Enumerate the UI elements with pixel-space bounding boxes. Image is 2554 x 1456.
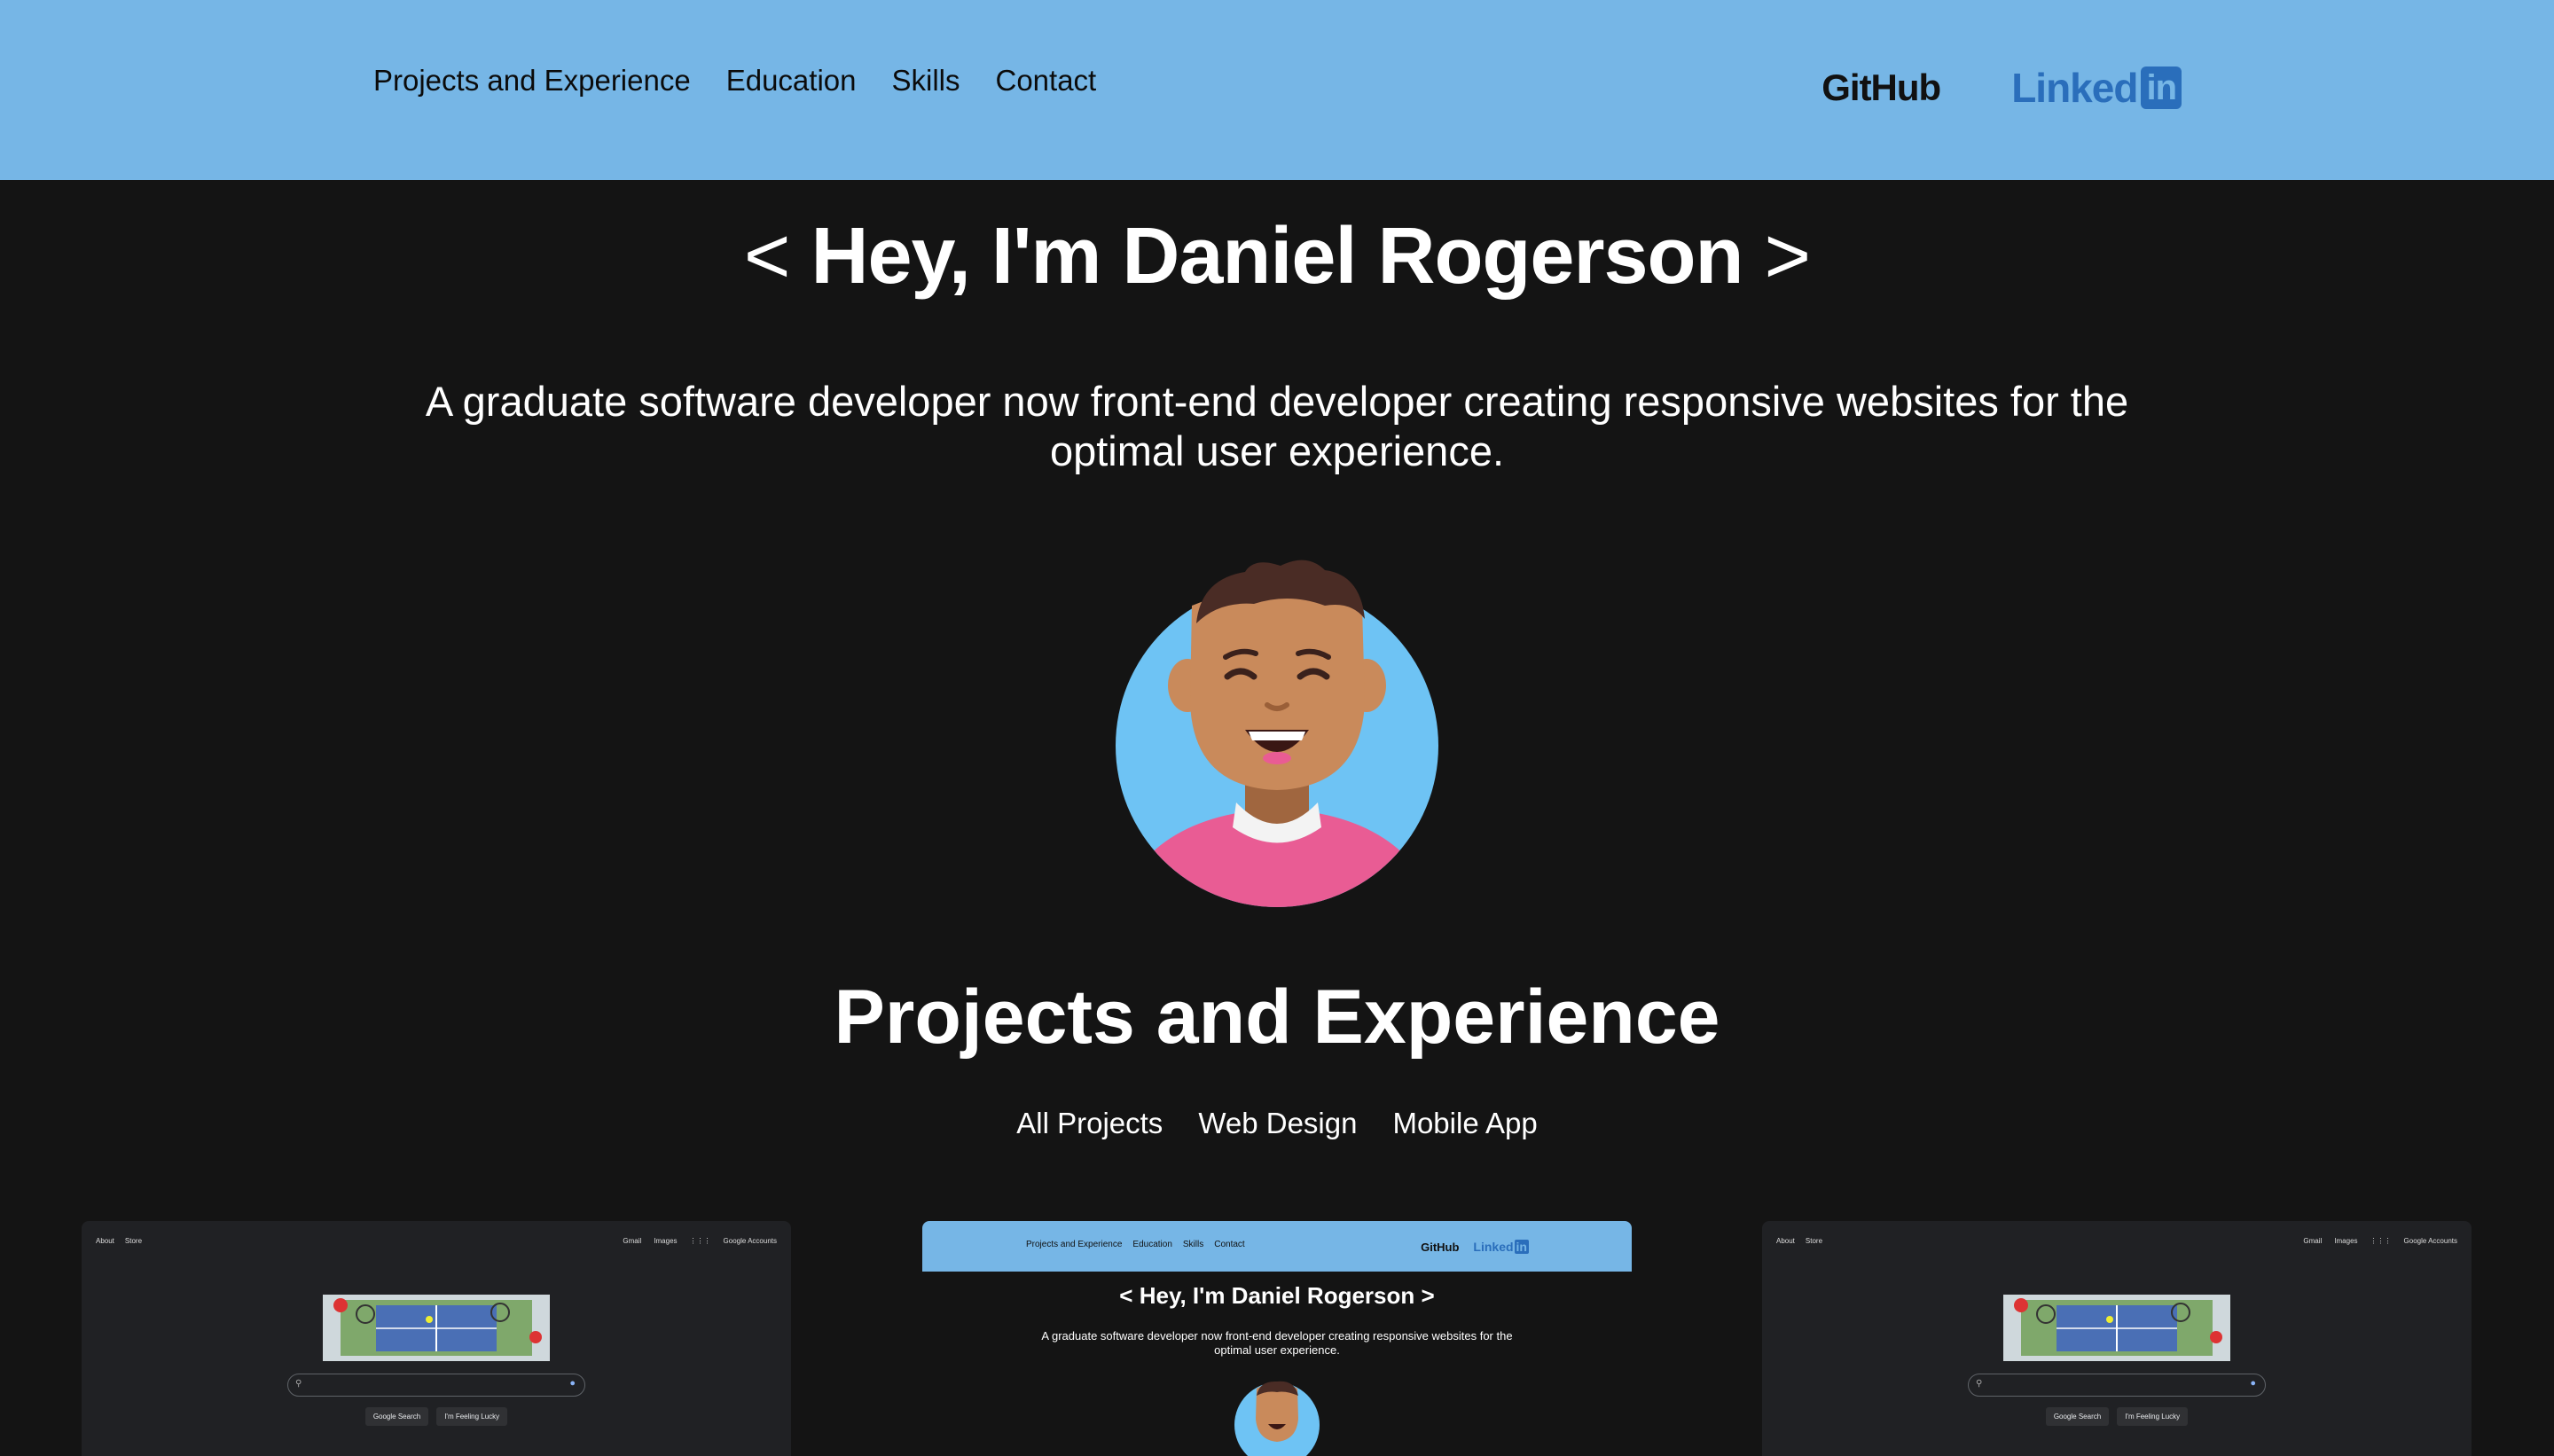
projects-title: Projects and Experience	[834, 975, 1720, 1060]
google-link-store: Store	[124, 1237, 143, 1245]
hero-subtitle: A graduate software developer now front-…	[425, 378, 2129, 474]
apps-grid-icon: ⋮⋮⋮	[689, 1237, 711, 1245]
filter-all-projects[interactable]: All Projects	[1016, 1107, 1163, 1140]
preview-github-logo: GitHub	[1421, 1240, 1460, 1254]
nav-contact[interactable]: Contact	[996, 62, 1097, 99]
feeling-lucky-button[interactable]: I'm Feeling Lucky	[2117, 1407, 2189, 1426]
google-link-gmail: Gmail	[623, 1237, 642, 1245]
nav-skills[interactable]: Skills	[891, 62, 960, 99]
nav-education[interactable]: Education	[726, 62, 857, 99]
google-link-images: Images	[654, 1237, 678, 1245]
google-link-gmail: Gmail	[2303, 1237, 2323, 1245]
google-top-right-links: Gmail Images ⋮⋮⋮ Google Accounts	[623, 1237, 777, 1245]
google-search-input[interactable]: ⚲ ●	[287, 1374, 585, 1397]
preview-nav: Projects and Experience Education Skills…	[1026, 1240, 1245, 1249]
filter-web-design[interactable]: Web Design	[1198, 1107, 1357, 1140]
nav-projects[interactable]: Projects and Experience	[373, 62, 691, 99]
preview-linkedin-text: Linked	[1473, 1240, 1514, 1254]
search-icon: ⚲	[1976, 1379, 1983, 1389]
feeling-lucky-button[interactable]: I'm Feeling Lucky	[436, 1407, 508, 1426]
project-filters: All Projects Web Design Mobile App	[0, 1107, 2554, 1140]
google-search-button[interactable]: Google Search	[2045, 1407, 2110, 1426]
social-links: GitHub Linked in	[1821, 64, 2182, 112]
hero-title-open-bracket: <	[743, 212, 791, 301]
project-card-google-clone-2[interactable]: About Store Gmail Images ⋮⋮⋮ Google Acco…	[1762, 1221, 2472, 1456]
site-header: Projects and Experience Education Skills…	[0, 0, 2554, 180]
project-card-portfolio[interactable]: Projects and Experience Education Skills…	[922, 1221, 1632, 1456]
google-top-left-links: About Store	[96, 1237, 142, 1245]
linkedin-logo-box: in	[2141, 67, 2182, 109]
preview-social: GitHub Linked in	[1421, 1240, 1529, 1254]
google-buttons: Google Search I'm Feeling Lucky	[82, 1407, 791, 1426]
filter-mobile-app[interactable]: Mobile App	[1392, 1107, 1537, 1140]
microphone-icon: ●	[2250, 1378, 2256, 1389]
preview-subtitle: A graduate software developer now front-…	[1041, 1329, 1513, 1357]
preview-title-open: <	[1119, 1282, 1133, 1309]
preview-title-close: >	[1421, 1282, 1435, 1309]
hero-title-close-bracket: >	[1764, 212, 1812, 301]
google-search-input[interactable]: ⚲ ●	[1968, 1374, 2266, 1397]
github-logo-link[interactable]: GitHub	[1821, 67, 1941, 109]
doodle-image	[2003, 1295, 2230, 1361]
google-link-images: Images	[2334, 1237, 2358, 1245]
preview-avatar	[1234, 1381, 1320, 1456]
google-link-store: Store	[1805, 1237, 1823, 1245]
hero-title-name: Hey, I'm Daniel Rogerson	[811, 212, 1744, 301]
main-nav: Projects and Experience Education Skills…	[373, 62, 1096, 99]
linkedin-logo-text: Linked	[2011, 65, 2138, 111]
microphone-icon: ●	[569, 1378, 576, 1389]
google-link-about: About	[1776, 1237, 1795, 1245]
google-search-button[interactable]: Google Search	[364, 1407, 429, 1426]
project-card-google-clone[interactable]: About Store Gmail Images ⋮⋮⋮ Google Acco…	[82, 1221, 791, 1456]
google-link-accounts: Google Accounts	[2403, 1237, 2457, 1245]
preview-linkedin-box: in	[1514, 1240, 1529, 1254]
linkedin-logo-link[interactable]: Linked in	[2011, 64, 2182, 112]
doodle-image	[323, 1295, 550, 1361]
google-buttons: Google Search I'm Feeling Lucky	[1762, 1407, 2472, 1426]
preview-header: Projects and Experience Education Skills…	[922, 1221, 1632, 1272]
preview-linkedin-logo: Linked in	[1473, 1240, 1529, 1254]
google-link-about: About	[96, 1237, 114, 1245]
preview-title: < Hey, I'm Daniel Rogerson >	[922, 1282, 1632, 1310]
search-icon: ⚲	[295, 1379, 302, 1389]
preview-title-name: Hey, I'm Daniel Rogerson	[1139, 1282, 1415, 1309]
preview-nav-contact: Contact	[1214, 1240, 1245, 1249]
preview-nav-skills: Skills	[1182, 1240, 1204, 1249]
apps-grid-icon: ⋮⋮⋮	[2370, 1237, 2392, 1245]
avatar	[1116, 560, 1438, 907]
google-top-left-links: About Store	[1776, 1237, 1822, 1245]
google-top-right-links: Gmail Images ⋮⋮⋮ Google Accounts	[2303, 1237, 2457, 1245]
hero-title: < Hey, I'm Daniel Rogerson >	[0, 211, 2554, 302]
google-link-accounts: Google Accounts	[723, 1237, 777, 1245]
preview-nav-projects: Projects and Experience	[1026, 1240, 1123, 1249]
preview-nav-education: Education	[1132, 1240, 1172, 1249]
